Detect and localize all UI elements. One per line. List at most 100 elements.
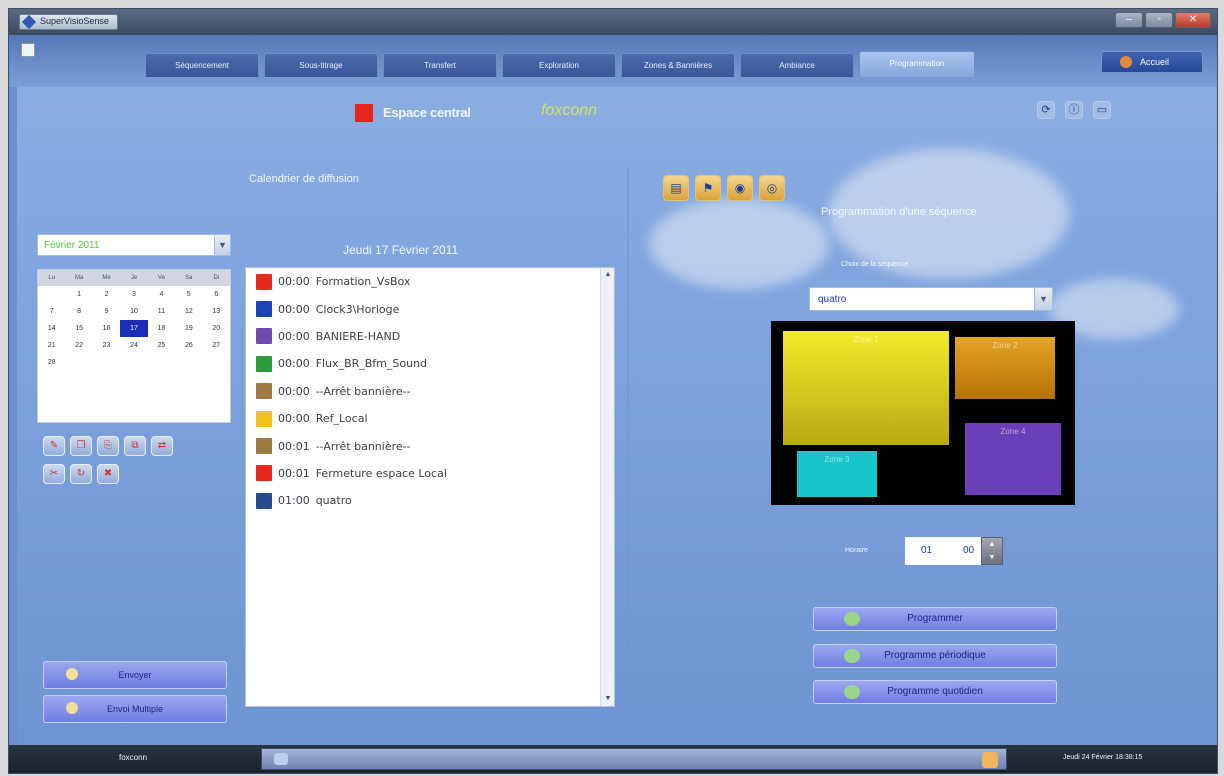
cut-icon[interactable]: ✂ <box>43 464 65 484</box>
calendar-day[interactable]: 22 <box>65 337 92 354</box>
programme-quotidien-button[interactable]: Programme quotidien <box>813 680 1057 704</box>
hour-value[interactable]: 01 <box>921 545 932 556</box>
tab-transfert[interactable]: Transfert <box>383 53 497 77</box>
refresh-icon[interactable]: ↻ <box>70 464 92 484</box>
calendar-day[interactable]: 15 <box>65 320 92 337</box>
calendar-day[interactable] <box>120 354 147 371</box>
calendar-day[interactable]: 18 <box>148 320 175 337</box>
envoyer-button[interactable]: Envoyer <box>43 661 227 689</box>
weekday-label: Ve <box>157 275 165 281</box>
calendar-day[interactable] <box>148 354 175 371</box>
list-item[interactable]: 00:00 Formation_VsBox <box>246 268 614 295</box>
calendar-day[interactable]: 27 <box>203 337 230 354</box>
calendar-day[interactable] <box>175 354 202 371</box>
accueil-button[interactable]: Accueil <box>1101 51 1203 73</box>
list-item[interactable]: 00:00 Clock3\Horloge <box>246 295 614 322</box>
tab-sequencement[interactable]: Séquencement <box>145 53 259 77</box>
calendar-day[interactable]: 8 <box>65 303 92 320</box>
duplicate-icon[interactable]: ⧉ <box>124 436 146 456</box>
list-item[interactable]: 00:00 BANIERE-HAND <box>246 323 614 350</box>
sequence-icon[interactable]: ▤ <box>663 175 689 201</box>
plus-icon <box>844 685 860 699</box>
calendar-day[interactable]: 3 <box>120 286 147 303</box>
calendar-day[interactable]: 11 <box>148 303 175 320</box>
tab-ambiance[interactable]: Ambiance <box>740 53 854 77</box>
corner-checkbox[interactable] <box>21 43 35 57</box>
tab-zones-bannieres[interactable]: Zones & Bannières <box>621 53 735 77</box>
minimize-button[interactable]: – <box>1115 12 1143 28</box>
calendar-day[interactable]: 19 <box>175 320 202 337</box>
calendar-day[interactable]: 28 <box>38 354 65 371</box>
calendar-day[interactable]: 24 <box>120 337 147 354</box>
sequence-value: quatro <box>818 294 847 305</box>
sequence-select[interactable]: quatro ▼ <box>809 287 1053 311</box>
calendar-day[interactable]: 23 <box>93 337 120 354</box>
list-item[interactable]: 00:01 Fermeture espace Local <box>246 460 614 487</box>
calendar-day[interactable]: 13 <box>203 303 230 320</box>
calendar-day[interactable]: 9 <box>93 303 120 320</box>
window-controls: – ▫ ✕ <box>1115 12 1211 28</box>
list-item[interactable]: 00:00 Flux_BR_Bfm_Sound <box>246 350 614 377</box>
calendar-day-selected[interactable]: 17 <box>120 320 148 337</box>
calendar-day[interactable]: 14 <box>38 320 65 337</box>
scroll-up-icon[interactable]: ▲ <box>601 268 615 282</box>
calendar-day[interactable]: 25 <box>148 337 175 354</box>
calendar-day[interactable]: 5 <box>175 286 202 303</box>
programming-title: Programmation d'une séquence <box>821 206 977 218</box>
calendar-day[interactable] <box>93 354 120 371</box>
calendar-day[interactable]: 10 <box>120 303 147 320</box>
calendar-day[interactable]: 21 <box>38 337 65 354</box>
move-icon[interactable]: ⇄ <box>151 436 173 456</box>
scroll-down-icon[interactable]: ▼ <box>601 692 615 706</box>
programmer-button[interactable]: Programmer <box>813 607 1057 631</box>
send-multiple-icon <box>66 702 78 714</box>
minute-value[interactable]: 00 <box>963 545 974 556</box>
current-user: foxconn <box>119 753 148 762</box>
tab-exploration[interactable]: Exploration <box>502 53 616 77</box>
chevron-down-icon[interactable]: ▼ <box>214 235 230 255</box>
calendar-day[interactable]: 7 <box>38 303 65 320</box>
month-select[interactable]: Février 2011 ▼ <box>37 234 231 256</box>
calendar-day[interactable]: 6 <box>203 286 230 303</box>
delete-icon[interactable]: ✖ <box>97 464 119 484</box>
calendar-day[interactable] <box>38 286 65 303</box>
time-stepper[interactable]: ▲ ▼ <box>981 537 1003 565</box>
eye-icon[interactable]: ◉ <box>727 175 753 201</box>
hour-input[interactable]: 01 00 ▲ ▼ <box>905 537 1003 565</box>
copy-icon[interactable]: ❐ <box>70 436 92 456</box>
envoi-multiple-button[interactable]: Envoi Multiple <box>43 695 227 723</box>
tab-programmation[interactable]: Programmation <box>859 51 975 77</box>
user-icon[interactable] <box>982 752 998 768</box>
info-icon[interactable]: ⓘ <box>1065 101 1083 119</box>
calendar-day[interactable]: 1 <box>65 286 92 303</box>
calendar-day[interactable] <box>203 354 230 371</box>
list-scrollbar[interactable]: ▲ ▼ <box>600 268 614 706</box>
close-button[interactable]: ✕ <box>1175 12 1211 28</box>
calendar-day[interactable]: 4 <box>148 286 175 303</box>
tab-sous-titrage[interactable]: Sous-titrage <box>264 53 378 77</box>
calendar-day[interactable]: 2 <box>93 286 120 303</box>
chevron-down-icon[interactable]: ▼ <box>1034 288 1052 310</box>
list-item[interactable]: 00:00 Ref_Local <box>246 405 614 432</box>
list-item[interactable]: 01:00 quatro <box>246 487 614 514</box>
calendar-day[interactable]: 20 <box>203 320 230 337</box>
calendar-day[interactable] <box>65 354 92 371</box>
edit-icon[interactable]: ✎ <box>43 436 65 456</box>
schedule-list[interactable]: 00:00 Formation_VsBox 00:00 Clock3\Horloge… <box>245 267 615 707</box>
list-item[interactable]: 00:01 --Arrêt bannière-- <box>246 432 614 459</box>
programme-periodique-button[interactable]: Programme périodique <box>813 644 1057 668</box>
paste-icon[interactable]: ⎘ <box>97 436 119 456</box>
item-label: BANIERE-HAND <box>315 329 401 343</box>
network-icon[interactable] <box>274 753 288 765</box>
calendar-day[interactable]: 16 <box>93 320 120 337</box>
item-time: 00:00 <box>278 412 310 426</box>
app-window: SuperVisioSense – ▫ ✕ Séquencement Sous-… <box>8 8 1218 774</box>
eye-alt-icon[interactable]: ◎ <box>759 175 785 201</box>
list-item[interactable]: 00:00 --Arrêt bannière-- <box>246 378 614 405</box>
calendar-day[interactable]: 12 <box>175 303 202 320</box>
maximize-button[interactable]: ▫ <box>1145 12 1173 28</box>
flag-icon[interactable]: ⚑ <box>695 175 721 201</box>
refresh-icon[interactable]: ⟳ <box>1037 101 1055 119</box>
display-icon[interactable]: ▭ <box>1093 101 1111 119</box>
calendar-day[interactable]: 26 <box>175 337 202 354</box>
